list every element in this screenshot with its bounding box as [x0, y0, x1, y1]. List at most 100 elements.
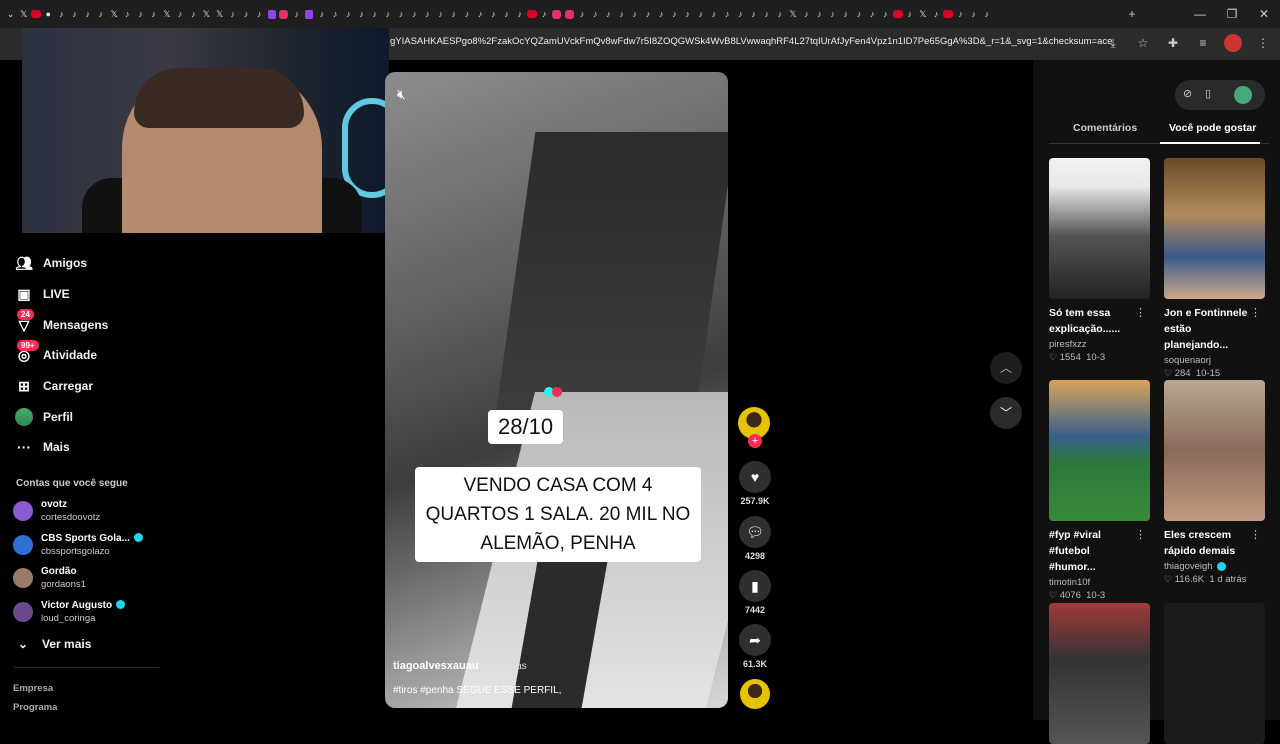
tiktok-tab-icon[interactable]: ♪ [616, 8, 628, 20]
instagram-tab-icon[interactable] [552, 9, 562, 19]
sidebar-item-mensagens[interactable]: ▽ 24 Mensagens [0, 309, 160, 340]
suggested-video-card[interactable]: ⋮ Eles crescem rápido demais thiagoveigh ♡ … [1164, 380, 1265, 585]
next-video-button[interactable]: ﹀ [990, 397, 1022, 429]
card-user[interactable]: thiagoveigh [1164, 561, 1265, 572]
instagram-tab-icon[interactable] [279, 9, 289, 19]
tiktok-tab-icon[interactable]: ♪ [227, 8, 239, 20]
tiktok-tab-icon[interactable]: ♪ [968, 8, 980, 20]
tiktok-tab-icon[interactable]: ♪ [629, 8, 641, 20]
media-controls-icon[interactable]: ≡ [1194, 34, 1212, 52]
extensions-icon[interactable]: ✚ [1164, 34, 1182, 52]
save-button[interactable]: ▮ 7442 [738, 570, 772, 615]
tiktok-tab-icon[interactable]: ♪ [121, 8, 133, 20]
tiktok-tab-icon[interactable]: ♪ [682, 8, 694, 20]
youtube-tab-icon[interactable] [943, 10, 954, 18]
tiktok-tab-icon[interactable]: ♪ [800, 8, 812, 20]
tiktok-tab-icon[interactable]: ♪ [316, 8, 328, 20]
x-tab-icon[interactable]: 𝕏 [787, 8, 799, 20]
more-options-icon[interactable]: ⋮ [1135, 528, 1146, 541]
suggested-video-card[interactable] [1049, 603, 1150, 744]
twitch-tab-icon[interactable] [267, 9, 276, 19]
tab-comments[interactable]: Comentários [1073, 122, 1137, 134]
suggested-video-card[interactable]: ⋮ Jon e Fontinnele estão planejando... soq… [1164, 158, 1265, 379]
tiktok-tab-icon[interactable]: ♪ [329, 8, 341, 20]
sidebar-item-mais[interactable]: ··· Mais [0, 432, 160, 463]
youtube-tab-icon[interactable] [892, 10, 903, 18]
tiktok-tab-icon[interactable]: ♪ [589, 8, 601, 20]
share-button[interactable]: ➦ 61.3K [738, 624, 772, 669]
tiktok-tab-icon[interactable]: ♪ [930, 8, 942, 20]
active-tab-icon[interactable]: ● [42, 8, 54, 20]
following-account[interactable]: ovotz cortesdoovotz [13, 497, 163, 531]
tiktok-tab-icon[interactable]: ♪ [421, 8, 433, 20]
tiktok-tab-icon[interactable]: ♪ [55, 8, 67, 20]
tiktok-tab-icon[interactable]: ♪ [291, 8, 303, 20]
tiktok-tab-icon[interactable]: ♪ [774, 8, 786, 20]
tiktok-tab-icon[interactable]: ♪ [538, 8, 550, 20]
music-disc-avatar[interactable] [740, 679, 770, 709]
tiktok-tab-icon[interactable]: ♪ [602, 8, 614, 20]
sidebar-item-perfil[interactable]: Perfil [0, 401, 160, 432]
tiktok-tab-icon[interactable]: ♪ [501, 8, 513, 20]
tiktok-tab-icon[interactable]: ♪ [827, 8, 839, 20]
tiktok-tab-icon[interactable]: ♪ [904, 8, 916, 20]
tiktok-tab-icon[interactable]: ♪ [174, 8, 186, 20]
comment-button[interactable]: 💬︎ 4298 [738, 516, 772, 561]
video-player[interactable]: 🔇︎ 28/10 VENDO CASA COM 4 QUARTOS 1 SALA… [385, 72, 728, 708]
x-tab-icon[interactable]: 𝕏 [917, 8, 929, 20]
tiktok-tab-icon[interactable]: ♪ [461, 8, 473, 20]
sidebar-item-carregar[interactable]: ⊞ Carregar [0, 371, 160, 402]
follow-plus-icon[interactable]: + [748, 434, 762, 448]
install-app-icon[interactable]: ⤓ [1104, 34, 1122, 52]
x-tab-icon[interactable]: 𝕏 [108, 8, 120, 20]
footer-link-company[interactable]: Empresa [13, 683, 53, 694]
x-tab-icon[interactable]: 𝕏 [161, 8, 173, 20]
tiktok-tab-icon[interactable]: ♪ [721, 8, 733, 20]
tiktok-tab-icon[interactable]: ♪ [342, 8, 354, 20]
tiktok-tab-icon[interactable]: ♪ [148, 8, 160, 20]
compass-icon[interactable]: ⊘ [1183, 87, 1192, 100]
new-tab-icon[interactable]: + [1122, 0, 1142, 28]
x-tab-icon[interactable]: 𝕏 [18, 8, 30, 20]
tiktok-tab-icon[interactable]: ♪ [487, 8, 499, 20]
tiktok-tab-icon[interactable]: ♪ [474, 8, 486, 20]
tiktok-tab-icon[interactable]: ♪ [134, 8, 146, 20]
muted-speaker-icon[interactable]: 🔇︎ [397, 86, 406, 103]
tiktok-tab-icon[interactable]: ♪ [853, 8, 865, 20]
tiktok-tab-icon[interactable]: ♪ [981, 8, 993, 20]
tiktok-tab-icon[interactable]: ♪ [95, 8, 107, 20]
maximize-icon[interactable]: ❐ [1216, 0, 1248, 28]
tiktok-tab-icon[interactable]: ♪ [708, 8, 720, 20]
more-options-icon[interactable]: ⋮ [1250, 528, 1261, 541]
tiktok-tab-icon[interactable]: ♪ [761, 8, 773, 20]
tiktok-tab-icon[interactable]: ♪ [514, 8, 526, 20]
card-user[interactable]: piresfxzz [1049, 339, 1150, 350]
tiktok-tab-icon[interactable]: ♪ [576, 8, 588, 20]
suggested-video-card[interactable]: ⋮ Só tem essa explicação...... piresfxzz ♡ … [1049, 158, 1150, 363]
tiktok-tab-icon[interactable]: ♪ [747, 8, 759, 20]
tiktok-tab-icon[interactable]: ♪ [813, 8, 825, 20]
video-username[interactable]: tiagoalvesxauau [393, 660, 479, 672]
tiktok-tab-icon[interactable]: ♪ [668, 8, 680, 20]
tiktok-tab-icon[interactable]: ♪ [954, 8, 966, 20]
bookmark-star-icon[interactable]: ☆ [1134, 34, 1152, 52]
tiktok-tab-icon[interactable]: ♪ [879, 8, 891, 20]
tab-search-icon[interactable]: ⌄ [5, 8, 17, 20]
tiktok-tab-icon[interactable]: ♪ [435, 8, 447, 20]
more-options-icon[interactable]: ⋮ [1250, 306, 1261, 319]
previous-video-button[interactable]: ︿ [990, 352, 1022, 384]
tiktok-tab-icon[interactable]: ♪ [253, 8, 265, 20]
user-avatar[interactable] [1234, 86, 1252, 104]
instagram-tab-icon[interactable] [564, 9, 574, 19]
tiktok-tab-icon[interactable]: ♪ [408, 8, 420, 20]
following-account[interactable]: Victor Augusto loud_coringa [13, 598, 163, 632]
card-user[interactable]: timotin10f [1049, 577, 1150, 588]
video-author[interactable]: tiagoalvesxauau · 1 d atrás [393, 660, 527, 672]
tiktok-tab-icon[interactable]: ♪ [448, 8, 460, 20]
tiktok-tab-icon[interactable]: ♪ [642, 8, 654, 20]
profile-avatar[interactable] [1224, 34, 1242, 52]
phone-icon[interactable]: ▯ [1205, 87, 1211, 100]
tiktok-tab-icon[interactable]: ♪ [369, 8, 381, 20]
tiktok-tab-icon[interactable]: ♪ [734, 8, 746, 20]
close-window-icon[interactable]: ✕ [1248, 0, 1280, 28]
